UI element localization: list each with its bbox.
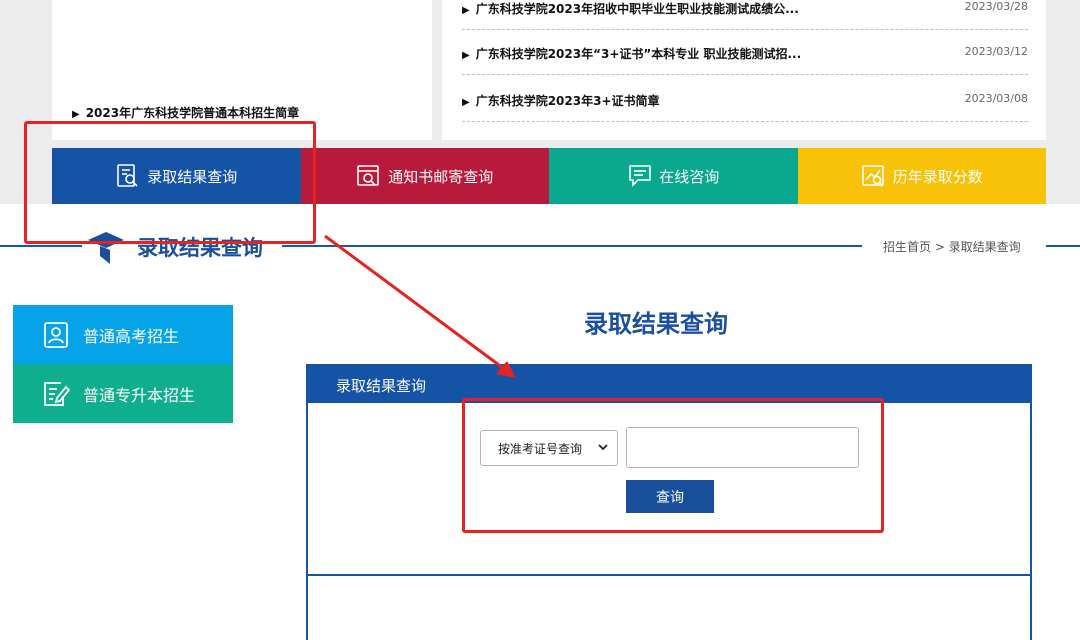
tab-label: 历年录取分数 [892,167,983,186]
tab-label: 通知书邮寄查询 [388,167,494,186]
breadcrumb[interactable]: 招生首页 > 录取结果查询 [883,238,1021,255]
sidebar-item-label: 普通高考招生 [83,326,180,346]
triangle-bullet-icon: ▶ [462,50,470,61]
heading-divider [0,245,82,247]
triangle-bullet-icon: ▶ [462,5,470,16]
triangle-bullet-icon: ▶ [72,109,80,120]
news-row[interactable]: ▶ 广东科技学院2023年3+证书简章 2023/03/08 [462,92,1028,122]
news-date: 2023/03/08 [964,92,1028,105]
edit-document-icon [44,381,71,406]
tab-online-consult[interactable]: 在线咨询 [549,148,798,204]
annotation-box [24,121,316,244]
annotation-box [462,398,884,533]
admission-page: ▶ 2023年广东科技学院普通本科招生简章 ▶ 广东科技学院2023年招收中职毕业生… [0,0,1080,640]
triangle-bullet-icon: ▶ [462,97,470,108]
heading-divider [1046,245,1080,247]
news-date: 2023/03/12 [964,45,1028,58]
news-date: 2023/03/28 [964,0,1028,13]
panel-divider [308,574,1030,576]
left-news-panel: ▶ 2023年广东科技学院普通本科招生简章 [52,0,432,140]
news-row[interactable]: ▶ 广东科技学院2023年招收中职毕业生职业技能测试成绩公... 2023/03/… [462,0,1028,30]
news-title: 广东科技学院2023年“3+证书”本科专业 职业技能测试招... [475,47,802,61]
news-link-brochure[interactable]: ▶ 2023年广东科技学院普通本科招生简章 [72,104,299,121]
news-title: 广东科技学院2023年招收中职毕业生职业技能测试成绩公... [475,2,799,16]
heading-divider [282,245,862,247]
tab-notice-mail[interactable]: 通知书邮寄查询 [300,148,549,204]
news-row[interactable]: ▶ 广东科技学院2023年“3+证书”本科专业 职业技能测试招... 2023/0… [462,45,1028,75]
sidebar-item-label: 普通专升本招生 [83,385,196,405]
chat-icon [629,165,652,187]
tab-history-scores[interactable]: 历年录取分数 [797,148,1046,204]
right-news-panel: ▶ 广东科技学院2023年招收中职毕业生职业技能测试成绩公... 2023/03/… [442,0,1046,140]
user-card-icon [44,321,68,348]
tab-label: 在线咨询 [659,167,720,186]
sidebar-item-upgrade[interactable]: 普通专升本招生 [13,364,233,423]
score-history-icon [861,165,884,187]
news-title: 广东科技学院2023年3+证书简章 [475,94,660,108]
sidebar-item-gaokao[interactable]: 普通高考招生 [13,305,233,364]
page-title: 录取结果查询 [584,310,728,338]
mail-search-icon [357,165,380,186]
